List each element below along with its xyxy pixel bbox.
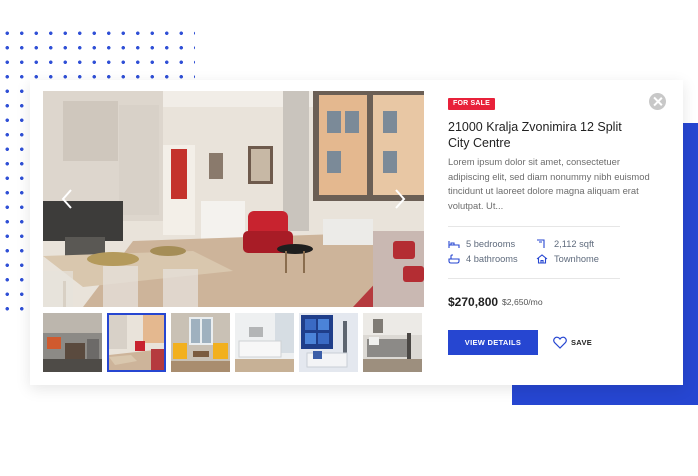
listing-description: Lorem ipsum dolor sit amet, consectetuer… <box>448 156 650 211</box>
listing-title: 21000 Kralja Zvonimira 12 Split City Cen… <box>448 120 622 150</box>
thumbnail-2[interactable] <box>107 313 166 372</box>
bedrooms-label: 5 bedrooms <box>466 239 516 249</box>
price: $270,800 <box>448 295 499 309</box>
save-label: SAVE <box>571 338 593 347</box>
bath-icon <box>448 254 460 264</box>
thumbnail-3[interactable] <box>171 313 230 372</box>
type-feature: Townhome <box>536 252 599 266</box>
bedrooms-feature: 5 bedrooms <box>448 237 515 251</box>
chevron-left-icon <box>61 189 72 209</box>
thumbnail-5[interactable] <box>299 313 358 372</box>
type-label: Townhome <box>554 254 599 264</box>
thumbnail-6[interactable] <box>363 313 422 372</box>
thumbnail-4[interactable] <box>235 313 294 372</box>
previous-photo-button[interactable] <box>58 186 78 212</box>
bathrooms-label: 4 bathrooms <box>466 254 518 264</box>
divider <box>448 278 620 279</box>
thumbnail-1[interactable] <box>43 313 102 372</box>
close-button[interactable] <box>649 93 666 110</box>
main-photo <box>43 91 424 307</box>
chevron-right-icon <box>395 189 406 209</box>
home-icon <box>536 254 548 264</box>
area-icon <box>537 239 545 248</box>
view-details-button[interactable]: VIEW DETAILS <box>448 330 538 355</box>
bed-icon <box>448 241 460 248</box>
next-photo-button[interactable] <box>390 186 410 212</box>
area-feature: 2,112 sqft <box>536 237 594 251</box>
save-button[interactable]: SAVE <box>553 334 592 351</box>
monthly-price: $2,650/mo <box>502 297 543 307</box>
area-label: 2,112 sqft <box>554 239 595 249</box>
heart-icon <box>553 336 567 349</box>
divider <box>448 226 620 227</box>
for-sale-badge: FOR SALE <box>448 98 495 110</box>
bathrooms-feature: 4 bathrooms <box>448 252 518 266</box>
